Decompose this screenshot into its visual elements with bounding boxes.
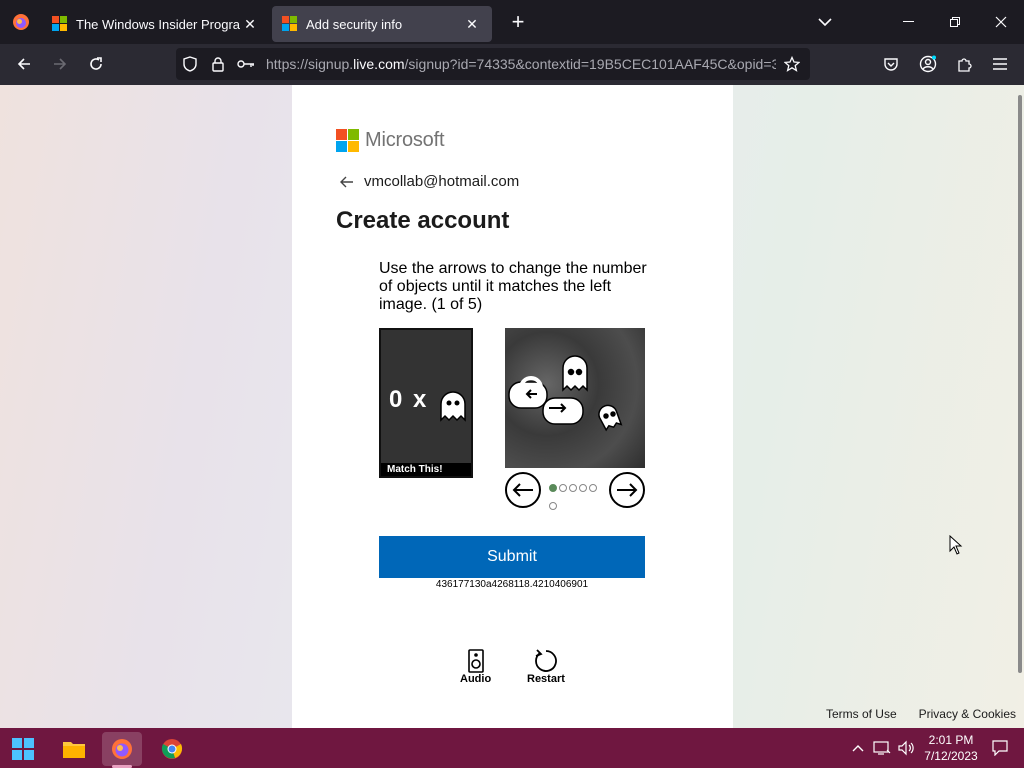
firefox-taskbar-icon[interactable]	[102, 732, 142, 766]
tracking-protection-shield-icon[interactable]	[176, 48, 204, 80]
close-window-icon[interactable]	[978, 0, 1024, 44]
pocket-icon[interactable]	[876, 49, 906, 79]
restart-icon	[535, 649, 557, 672]
match-this-label: Match This!	[381, 463, 471, 476]
privacy-cookies-link[interactable]: Privacy & Cookies	[919, 707, 1016, 721]
captcha-candidate-image	[505, 328, 645, 468]
tab-windows-insider[interactable]: The Windows Insider Program ✕	[42, 6, 270, 42]
captcha-instructions: Use the arrows to change the number of o…	[379, 260, 647, 313]
navigation-toolbar: https://signup.live.com/signup?id=74335&…	[0, 44, 1024, 85]
tray-overflow-chevron-icon[interactable]	[848, 738, 868, 758]
back-arrow-icon[interactable]	[340, 174, 356, 190]
next-arrow-button[interactable]	[609, 472, 645, 508]
start-windows-icon[interactable]	[3, 732, 43, 766]
tab-strip: The Windows Insider Program ✕ Add securi…	[0, 0, 1024, 44]
signup-card: Microsoft vmcollab@hotmail.com Create ac…	[292, 85, 733, 728]
arrow-left-icon	[512, 483, 533, 497]
captcha-progress-dots	[549, 479, 603, 515]
clock-date: 7/12/2023	[924, 749, 978, 763]
tab-close-icon[interactable]: ✕	[240, 14, 260, 34]
tab-title: Add security info	[306, 16, 403, 32]
brand-name: Microsoft	[365, 129, 445, 151]
url-path: /signup?id=74335&contextid=19B5CEC101AAF…	[404, 56, 776, 72]
page-viewport: Microsoft vmcollab@hotmail.com Create ac…	[0, 85, 1024, 728]
arrow-right-icon	[617, 483, 638, 497]
identity-banner[interactable]: vmcollab@hotmail.com	[340, 173, 519, 190]
speaker-icon	[467, 649, 484, 673]
url-text[interactable]: https://signup.live.com/signup?id=74335&…	[266, 56, 776, 72]
progress-dot	[549, 484, 557, 492]
minimize-icon[interactable]	[886, 0, 932, 44]
footer-links: Terms of Use Privacy & Cookies	[826, 707, 1016, 721]
tab-title: The Windows Insider Program	[76, 16, 240, 32]
network-icon[interactable]	[872, 738, 892, 758]
microsoft-favicon-icon	[52, 16, 68, 32]
clock-time: 2:01 PM	[928, 733, 974, 747]
taskbar: 2:01 PM 7/12/2023	[0, 728, 1024, 768]
url-host: live.com	[353, 56, 405, 72]
audio-label: Audio	[460, 673, 492, 685]
progress-dot	[549, 502, 557, 510]
system-clock[interactable]: 2:01 PM 7/12/2023	[918, 732, 984, 764]
tab-close-icon[interactable]: ✕	[462, 14, 482, 34]
audio-button[interactable]: Audio	[460, 649, 491, 685]
file-explorer-icon[interactable]	[54, 732, 94, 766]
progress-dot	[569, 484, 577, 492]
chrome-icon[interactable]	[152, 732, 192, 766]
forward-arrow-icon[interactable]	[45, 49, 75, 79]
restart-label: Restart	[527, 673, 565, 685]
submit-button[interactable]: Submit	[379, 536, 645, 578]
page-title: Create account	[336, 207, 510, 234]
ghost-icon	[440, 391, 466, 422]
candidate-objects-icon	[508, 355, 623, 432]
firefox-view-icon[interactable]	[0, 0, 42, 44]
progress-dot	[579, 484, 587, 492]
list-all-tabs-chevron-icon[interactable]	[812, 10, 838, 34]
extensions-puzzle-icon[interactable]	[949, 49, 979, 79]
terms-of-use-link[interactable]: Terms of Use	[826, 707, 897, 721]
lock-icon[interactable]	[204, 48, 232, 80]
new-tab-plus-icon[interactable]: +	[498, 0, 538, 44]
back-arrow-icon[interactable]	[9, 49, 39, 79]
restart-button[interactable]: Restart	[527, 649, 565, 685]
progress-dot	[559, 484, 567, 492]
reload-icon[interactable]	[81, 49, 111, 79]
microsoft-logo: Microsoft	[336, 129, 445, 152]
tab-add-security-info[interactable]: Add security info ✕	[272, 6, 492, 42]
account-email: vmcollab@hotmail.com	[364, 173, 520, 190]
permissions-key-icon[interactable]	[232, 48, 260, 80]
bookmark-star-icon[interactable]	[780, 52, 804, 76]
restore-icon[interactable]	[932, 0, 978, 44]
progress-dot	[589, 484, 597, 492]
reference-count-text: 0 x	[389, 386, 429, 413]
hamburger-menu-icon[interactable]	[985, 49, 1015, 79]
mouse-cursor-icon	[949, 535, 963, 555]
account-icon[interactable]	[913, 49, 943, 79]
url-prefix: https://signup.	[266, 56, 354, 72]
address-bar[interactable]: https://signup.live.com/signup?id=74335&…	[176, 48, 810, 80]
previous-arrow-button[interactable]	[505, 472, 541, 508]
volume-icon[interactable]	[896, 738, 916, 758]
scrollbar[interactable]	[1018, 95, 1022, 673]
captcha-reference-image: 0 x Match This!	[379, 328, 473, 478]
captcha-puzzle: Use the arrows to change the number of o…	[379, 260, 647, 510]
microsoft-logo-icon	[336, 129, 359, 152]
session-id: 436177130a4268118.4210406901	[435, 579, 589, 590]
microsoft-favicon-icon	[282, 16, 298, 32]
notification-icon[interactable]	[990, 738, 1010, 758]
